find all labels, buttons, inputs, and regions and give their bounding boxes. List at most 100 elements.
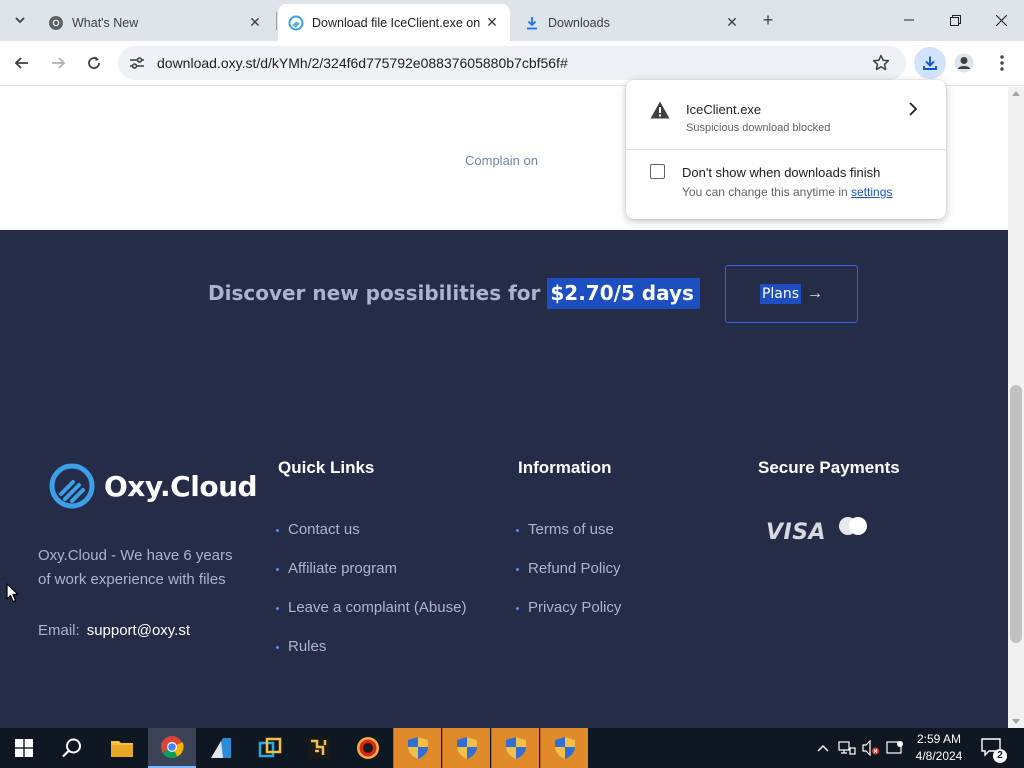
arrow-right-icon: → bbox=[807, 285, 824, 302]
taskbar-app-2[interactable] bbox=[246, 728, 294, 768]
footer-link-label: Leave a complaint (Abuse) bbox=[288, 599, 467, 616]
oxycloud-logo[interactable]: Oxy.Cloud bbox=[48, 462, 258, 510]
footer-link-contact[interactable]: Contact us bbox=[276, 521, 466, 560]
start-button[interactable] bbox=[0, 728, 48, 768]
tab-separator bbox=[276, 12, 277, 30]
taskbar-shield-4[interactable] bbox=[540, 728, 588, 768]
complain-link[interactable]: Complain on bbox=[465, 153, 538, 168]
minimize-icon bbox=[904, 19, 914, 21]
tab-strip: What's New ✕ Download file IceClient.exe… bbox=[0, 0, 1024, 41]
new-tab-button[interactable]: + bbox=[756, 8, 780, 32]
tab-search-button[interactable] bbox=[6, 6, 34, 34]
promo-banner: Discover new possibilities for $2.70/5 d… bbox=[208, 278, 700, 309]
chrome-menu-button[interactable] bbox=[988, 49, 1016, 77]
profile-button[interactable] bbox=[950, 49, 978, 77]
information-list: Terms of use Refund Policy Privacy Polic… bbox=[516, 521, 621, 638]
tray-volume[interactable] bbox=[860, 728, 882, 768]
tab-download-file[interactable]: Download file IceClient.exe on ( ✕ bbox=[278, 4, 510, 41]
avatar-icon bbox=[954, 53, 974, 73]
app-icon bbox=[308, 737, 330, 759]
tray-network[interactable] bbox=[836, 728, 858, 768]
volume-muted-icon bbox=[862, 740, 879, 756]
url-text: download.oxy.st/d/kYMh/2/324f6d775792e08… bbox=[157, 55, 568, 71]
bullet-icon bbox=[516, 529, 519, 532]
settings-link[interactable]: settings bbox=[851, 185, 892, 199]
downloads-button[interactable] bbox=[914, 47, 946, 79]
plans-button[interactable]: Plans → bbox=[725, 265, 858, 323]
minimize-button[interactable] bbox=[886, 4, 932, 36]
taskbar-app-1[interactable] bbox=[197, 728, 245, 768]
download-filename: IceClient.exe bbox=[686, 102, 762, 117]
taskbar-file-explorer[interactable] bbox=[98, 728, 146, 768]
taskbar-app-3[interactable] bbox=[295, 728, 343, 768]
reload-button[interactable] bbox=[80, 49, 108, 77]
scroll-thumb[interactable] bbox=[1010, 385, 1022, 643]
close-window-button[interactable] bbox=[978, 4, 1024, 36]
dont-show-label[interactable]: Don't show when downloads finish bbox=[682, 165, 880, 180]
footer-section: Discover new possibilities for $2.70/5 d… bbox=[0, 230, 1008, 728]
oxycloud-logo-icon bbox=[49, 463, 95, 509]
close-icon[interactable]: ✕ bbox=[484, 14, 500, 31]
chrome-icon bbox=[161, 736, 184, 758]
download-icon bbox=[524, 15, 540, 31]
arrow-left-icon bbox=[14, 57, 28, 69]
settings-hint-text: You can change this anytime in bbox=[682, 185, 852, 199]
tray-notification-app[interactable] bbox=[884, 728, 906, 768]
email-label: Email: bbox=[38, 622, 80, 639]
clock-date: 4/8/2024 bbox=[915, 749, 963, 763]
tab-title: Download file IceClient.exe on ( bbox=[312, 15, 484, 30]
restore-icon bbox=[949, 14, 961, 26]
show-hidden-icons-button[interactable] bbox=[814, 728, 832, 768]
plus-icon: + bbox=[762, 9, 774, 30]
system-clock[interactable]: 2:59 AM 4/8/2024 bbox=[912, 731, 966, 765]
email-row: Email: support@oxy.st bbox=[38, 622, 190, 639]
taskbar-shield-3[interactable] bbox=[491, 728, 539, 768]
taskbar-chrome[interactable] bbox=[148, 728, 196, 768]
tab-downloads[interactable]: Downloads ✕ bbox=[514, 4, 750, 41]
payments-title: Secure Payments bbox=[758, 458, 900, 477]
star-icon[interactable] bbox=[872, 54, 890, 72]
footer-link-complaint[interactable]: Leave a complaint (Abuse) bbox=[276, 599, 466, 638]
chevron-right-icon[interactable] bbox=[906, 100, 920, 118]
download-item[interactable]: IceClient.exe Suspicious download blocke… bbox=[626, 80, 946, 149]
shield-icon bbox=[407, 737, 428, 759]
clock-time: 2:59 AM bbox=[916, 732, 962, 746]
address-bar[interactable]: download.oxy.st/d/kYMh/2/324f6d775792e08… bbox=[118, 46, 906, 80]
windows-taskbar: 2:59 AM 4/8/2024 2 bbox=[0, 728, 1024, 768]
download-status: Suspicious download blocked bbox=[686, 122, 831, 134]
chevron-up-icon bbox=[817, 745, 829, 752]
footer-link-terms[interactable]: Terms of use bbox=[516, 521, 621, 560]
footer-link-affiliate[interactable]: Affiliate program bbox=[276, 560, 466, 599]
restore-button[interactable] bbox=[932, 4, 978, 36]
start-icon bbox=[15, 739, 33, 757]
bullet-icon bbox=[276, 529, 279, 532]
plans-label: Plans bbox=[759, 284, 802, 304]
forward-button[interactable] bbox=[44, 49, 72, 77]
taskbar-shield-2[interactable] bbox=[442, 728, 490, 768]
tab-whats-new[interactable]: What's New ✕ bbox=[38, 4, 273, 41]
close-icon[interactable]: ✕ bbox=[247, 14, 263, 31]
bullet-icon bbox=[276, 568, 279, 571]
footer-link-refund[interactable]: Refund Policy bbox=[516, 560, 621, 599]
vertical-scrollbar[interactable] bbox=[1008, 87, 1024, 728]
chrome-icon bbox=[48, 15, 64, 31]
scroll-up-icon[interactable] bbox=[1012, 91, 1020, 96]
quick-links-list: Contact us Affiliate program Leave a com… bbox=[276, 521, 466, 677]
bullet-icon bbox=[276, 607, 279, 610]
dont-show-checkbox[interactable] bbox=[650, 164, 665, 179]
scroll-down-icon[interactable] bbox=[1012, 719, 1020, 724]
taskbar-app-4[interactable] bbox=[344, 728, 392, 768]
footer-link-privacy[interactable]: Privacy Policy bbox=[516, 599, 621, 638]
footer-link-rules[interactable]: Rules bbox=[276, 638, 466, 677]
taskbar-search-button[interactable] bbox=[48, 728, 96, 768]
reload-icon bbox=[88, 56, 100, 69]
back-button[interactable] bbox=[8, 49, 36, 77]
shield-icon bbox=[505, 737, 526, 759]
taskbar-shield-1[interactable] bbox=[393, 728, 441, 768]
email-link[interactable]: support@oxy.st bbox=[87, 622, 190, 639]
download-bubble: IceClient.exe Suspicious download blocke… bbox=[626, 80, 946, 219]
message-icon bbox=[886, 741, 903, 754]
site-info-icon[interactable] bbox=[128, 54, 146, 72]
close-icon[interactable]: ✕ bbox=[724, 14, 740, 31]
mastercard-logo-icon bbox=[839, 517, 867, 535]
